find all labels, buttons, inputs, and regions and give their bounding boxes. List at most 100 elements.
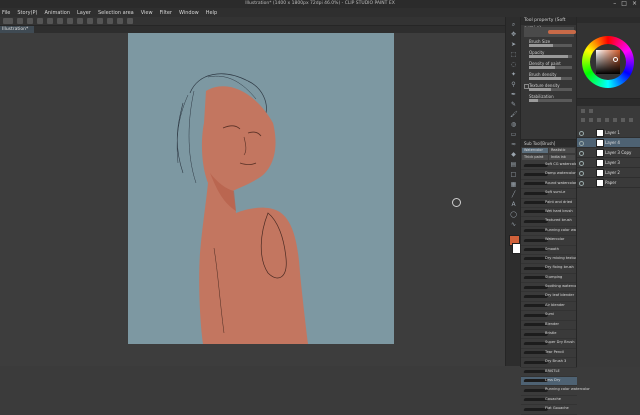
brush-item[interactable]: Less Dry (521, 376, 577, 387)
save-icon[interactable] (37, 18, 43, 24)
document-tab[interactable]: Illustration* (0, 26, 34, 33)
brush-item[interactable]: Super Dry Brush (521, 339, 577, 349)
brush-item[interactable]: Soft sumi-e (521, 189, 577, 199)
brush-item[interactable]: Sumi (521, 311, 577, 321)
menu-selection-area[interactable]: Selection area (98, 10, 134, 16)
brush-item[interactable]: BRISTLE (521, 368, 577, 377)
reference-icon[interactable] (613, 118, 617, 122)
layer-row[interactable]: Layer 3 Copy (577, 148, 640, 158)
brush-item[interactable]: Dry Brush 3 (521, 358, 577, 368)
brush-size-slider[interactable] (529, 44, 572, 47)
transform-icon[interactable] (77, 18, 83, 24)
texture-density-slider[interactable] (529, 88, 572, 91)
menu-help[interactable]: Help (206, 10, 217, 16)
brush-item[interactable]: Soft CG watercolor (521, 161, 579, 171)
balloon-tool-icon[interactable]: ◯ (510, 211, 517, 218)
hue-ring[interactable] (582, 36, 634, 88)
menu-filter[interactable]: Filter (160, 10, 172, 16)
operation-tool-icon[interactable]: ➤ (510, 41, 517, 48)
stabilization-property[interactable]: Stabilization (524, 94, 574, 104)
snap-special-ruler-icon[interactable] (127, 18, 133, 24)
brush-size-property[interactable]: Brush Size (524, 39, 574, 49)
airbrush-tool-icon[interactable]: ◍ (510, 121, 517, 128)
brush-item[interactable]: Blender (521, 321, 577, 331)
brush-item[interactable]: Flat Gouache (521, 405, 577, 415)
minimize-button[interactable]: – (613, 0, 616, 7)
blend-tool-icon[interactable]: ≈ (510, 141, 517, 148)
eyedropper-tool-icon[interactable]: ⚲ (510, 81, 517, 88)
close-button[interactable]: × (632, 0, 637, 7)
snap-grid-icon[interactable] (117, 18, 123, 24)
new-layer-icon[interactable] (581, 118, 585, 122)
saturation-value-square[interactable] (596, 50, 620, 74)
clear-icon[interactable] (67, 18, 73, 24)
brush-item[interactable]: Dry leaf blender (521, 292, 577, 302)
tab-watercolor[interactable]: Watercolor (522, 148, 548, 153)
eraser-tool-icon[interactable]: ▭ (510, 131, 517, 138)
ruler-tool-icon[interactable]: ╱ (510, 191, 517, 198)
visibility-eye-icon[interactable] (579, 181, 584, 186)
density-of-paint-slider[interactable] (529, 66, 572, 69)
menu-view[interactable]: View (141, 10, 153, 16)
menu-file[interactable]: File (2, 10, 10, 16)
maximize-button[interactable]: □ (621, 0, 627, 7)
frame-tool-icon[interactable]: ▦ (510, 181, 517, 188)
visibility-eye-icon[interactable] (579, 161, 584, 166)
brush-item[interactable]: Watercolor (521, 236, 577, 246)
invert-selection-icon[interactable] (97, 18, 103, 24)
visibility-eye-icon[interactable] (579, 141, 584, 146)
brush-item[interactable]: Damp watercolor (521, 170, 577, 180)
brush-item[interactable]: Dry mixing texture (521, 255, 579, 265)
brush-density-property[interactable]: Brush density (524, 72, 574, 82)
move-tool-icon[interactable]: ✥ (510, 31, 517, 38)
layer-row[interactable]: Paper (577, 178, 640, 188)
new-folder-icon[interactable] (589, 118, 593, 122)
opacity-icon[interactable] (589, 109, 593, 113)
brush-item[interactable]: Running color watercolor (521, 227, 590, 237)
stabilization-slider[interactable] (529, 99, 572, 102)
correct-line-tool-icon[interactable]: ∿ (510, 221, 517, 228)
snap-ruler-icon[interactable] (107, 18, 113, 24)
texture-density-property[interactable]: Texture density (524, 83, 574, 93)
new-file-icon[interactable] (17, 18, 23, 24)
brush-item[interactable]: Air blender (521, 302, 577, 312)
selection-tool-icon[interactable]: ⬚ (510, 51, 517, 58)
brush-item[interactable]: Running color watercolor (521, 386, 590, 396)
visibility-eye-icon[interactable] (579, 171, 584, 176)
zoom-tool-icon[interactable]: ⌕ (510, 21, 517, 28)
text-tool-icon[interactable]: A (510, 201, 517, 208)
menu-window[interactable]: Window (179, 10, 199, 16)
delete-layer-icon[interactable] (629, 118, 633, 122)
undo-icon[interactable] (47, 18, 53, 24)
open-file-icon[interactable] (27, 18, 33, 24)
brush-item[interactable]: Smooth (521, 246, 577, 255)
lock-icon[interactable] (597, 118, 601, 122)
deselect-icon[interactable] (87, 18, 93, 24)
figure-tool-icon[interactable]: □ (510, 171, 517, 178)
brush-item[interactable]: Stumping (521, 274, 577, 284)
brush-item[interactable]: Tear Pencil (521, 349, 577, 359)
blend-mode-icon[interactable] (581, 109, 585, 113)
layer-row[interactable]: Layer 1 (577, 128, 640, 138)
brush-density-slider[interactable] (529, 77, 572, 80)
opacity-property[interactable]: Opacity (524, 50, 574, 60)
menu-layer[interactable]: Layer (77, 10, 91, 16)
tab-thick-paint[interactable]: Thick paint (522, 154, 548, 160)
brush-item[interactable]: Paint and dried (521, 199, 577, 208)
brush-item[interactable]: Wet hard brush (521, 208, 577, 218)
layer-row[interactable]: Layer 4 (577, 138, 640, 148)
visibility-eye-icon[interactable] (579, 131, 584, 136)
lasso-tool-icon[interactable]: ◌ (510, 61, 517, 68)
drawing-canvas[interactable] (128, 33, 394, 344)
redo-icon[interactable] (57, 18, 63, 24)
color-picker-handle[interactable] (613, 57, 618, 62)
tab-india-ink[interactable]: India ink (549, 154, 575, 160)
layer-row[interactable]: Layer 3 (577, 158, 640, 168)
layer-row[interactable]: Layer 2 (577, 168, 640, 178)
brush-item[interactable]: Round watercolor (521, 180, 577, 190)
opacity-slider[interactable] (529, 55, 572, 58)
menu-animation[interactable]: Animation (45, 10, 71, 16)
pen-tool-icon[interactable]: ✒ (510, 91, 517, 98)
brush-item[interactable]: Soothing watercolor (521, 283, 581, 293)
pencil-tool-icon[interactable]: ✎ (510, 101, 517, 108)
